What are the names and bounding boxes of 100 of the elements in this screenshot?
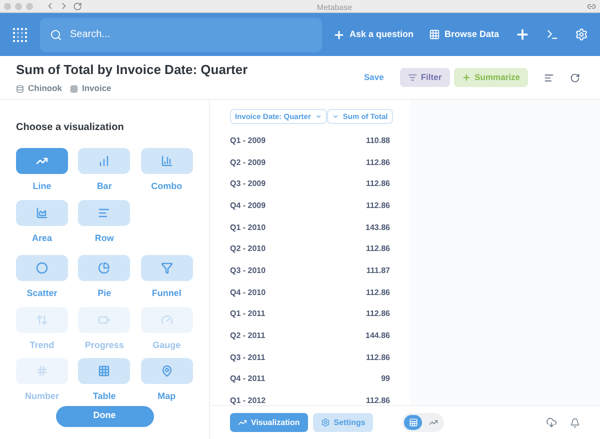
visualization-label: Funnel [152,287,182,300]
area-chart-icon [36,206,48,218]
table-view-toggle[interactable] [404,415,422,430]
table-cell: Q3 - 2009 [230,178,266,190]
visualization-label: Row [94,232,114,244]
table-cell: Q3 - 2010 [230,264,266,277]
table-cell: 112.86 [366,156,390,169]
table-cell: Q2 - 2009 [230,156,266,169]
bar-chart-icon [98,155,110,167]
reload-icon[interactable] [73,2,82,10]
visualization-option[interactable] [16,255,68,281]
refresh-icon[interactable] [570,72,580,82]
table-cell: 112.86 [366,352,390,364]
visualization-option[interactable] [78,358,130,384]
table-cell: 112.86 [366,178,390,190]
alert-bell-icon[interactable] [570,418,580,428]
visualization-label: Table [92,390,116,403]
visualization-label: Combo [151,180,182,193]
table-cell: 112.86 [366,243,390,256]
table-cell: 112.86 [366,286,390,299]
database-link[interactable]: Chinook [28,82,62,96]
search-icon [50,28,62,40]
table-icon [70,84,78,93]
visualization-option[interactable] [16,200,68,226]
visualization-label: Line [32,180,52,193]
table-chart-icon [98,365,110,377]
visualization-label: Progress [84,338,124,352]
visualization-option[interactable] [140,358,193,384]
table-cell: 99 [381,373,390,386]
link-icon[interactable] [587,2,596,10]
gear-icon [320,418,330,427]
table-cell: 112.86 [366,200,390,212]
sql-editor-icon[interactable] [546,28,559,41]
visualization-label: Bar [96,180,112,193]
table-cell: 143.86 [366,222,390,234]
line-chart-icon [36,155,48,167]
visualization-label: Scatter [26,287,58,300]
table-cell: Q2 - 2011 [230,330,266,342]
table-link[interactable]: Invoice [82,82,112,96]
visualization-option[interactable] [16,148,68,174]
visualization-label: Gauge [152,338,181,352]
table-cell: Q4 - 2010 [230,286,266,299]
plus-icon [333,28,346,40]
row-chart-icon [98,206,110,218]
browse-data-button[interactable]: Browse Data [429,28,499,42]
caret-icon [314,113,322,120]
filter-button[interactable]: Filter [400,68,450,87]
trend-chart-icon [36,314,48,326]
visualization-option[interactable] [140,255,193,281]
line-chart-icon [238,418,247,427]
plus-icon [462,73,471,82]
table-cell: Q1 - 2009 [230,134,266,147]
settings-button[interactable]: Settings [312,413,374,432]
summarize-button[interactable]: Summarize [454,68,528,87]
question-title: Sum of Total by Invoice Date: Quarter [16,60,248,79]
grid-icon [429,29,440,40]
table-cell: Q4 - 2009 [230,200,266,212]
line-chart-icon [428,418,438,427]
table-cell: 112.86 [366,308,390,320]
table-cell: Q1 - 2012 [230,395,266,408]
visualization-option[interactable] [140,148,193,174]
table-icon [408,418,418,427]
sidebar-heading: Choose a visualization [16,121,125,135]
caret-icon [332,113,339,120]
visualization-label: Map [158,390,176,403]
visualization-label: Trend [30,338,54,352]
new-icon[interactable] [515,27,530,42]
table-cell: Q1 - 2011 [230,308,266,320]
number-chart-icon [36,365,48,377]
table-cell: Q3 - 2011 [230,352,266,364]
logo-icon[interactable] [12,26,28,42]
map-chart-icon [160,365,173,377]
gauge-chart-icon [160,314,173,326]
table-cell: Q1 - 2010 [230,222,266,234]
ask-question-button[interactable]: Ask a question [333,28,414,42]
visualization-button[interactable]: Visualization [230,413,308,432]
table-cell: Q2 - 2010 [230,243,266,256]
visualization-label: Area [32,232,52,244]
download-icon[interactable] [546,417,557,428]
progress-chart-icon [98,314,110,326]
combo-chart-icon [160,155,173,167]
window-title: Metabase [316,3,352,12]
visualization-option[interactable] [78,255,130,281]
database-icon [16,84,24,93]
table-cell: 112.86 [366,395,390,408]
pie-chart-icon [98,262,110,274]
funnel-chart-icon [160,262,173,274]
table-cell: 110.88 [366,134,390,147]
filter-icon [408,73,417,82]
settings-icon[interactable] [575,28,588,41]
table-cell: 144.86 [366,330,390,342]
visualization-label: Number [24,390,59,403]
search-field[interactable]: Search... [40,18,322,52]
table-cell: Q4 - 2011 [230,373,266,386]
visualization-option[interactable] [78,148,130,174]
done-button[interactable]: Done [56,406,154,426]
visualization-option[interactable] [78,200,130,226]
save-button[interactable]: Save [364,71,384,84]
table-cell: 111.87 [366,264,390,277]
visualization-label: Pie [98,287,112,300]
